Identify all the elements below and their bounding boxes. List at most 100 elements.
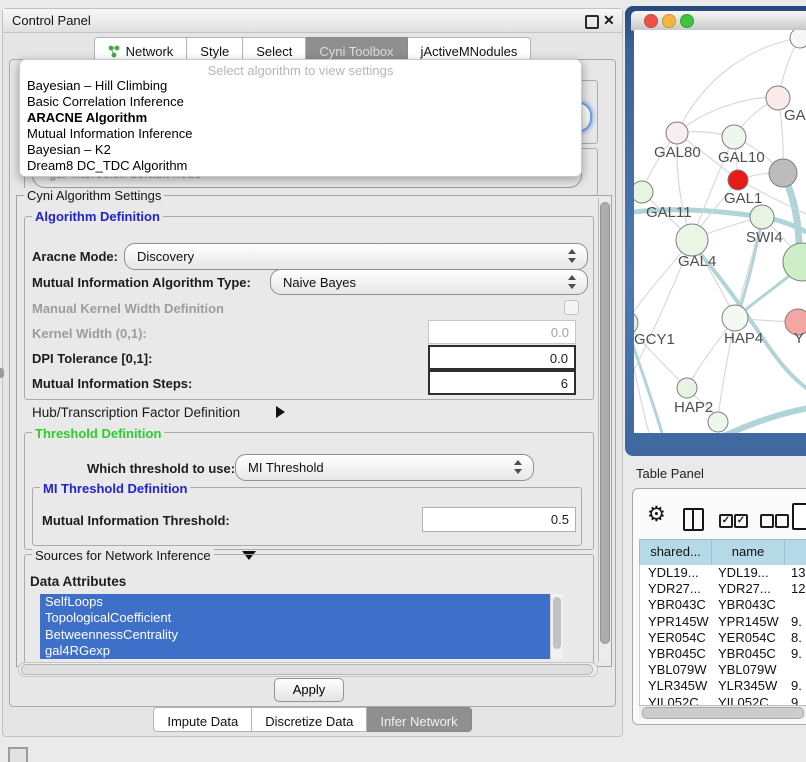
settings-vertical-scrollbar[interactable] bbox=[598, 198, 610, 662]
tab-discretize-data[interactable]: Discretize Data bbox=[252, 707, 367, 732]
mi-type-combo[interactable]: Naive Bayes bbox=[270, 269, 588, 295]
table-row[interactable]: YBR043CYBR043C bbox=[640, 597, 806, 613]
mi-steps-field[interactable]: 6 bbox=[428, 370, 576, 395]
close-traffic-light-icon[interactable] bbox=[644, 14, 658, 28]
network-node-gal1[interactable] bbox=[728, 170, 748, 190]
node-label: GAL80 bbox=[654, 144, 701, 161]
tab-infer-network[interactable]: Infer Network bbox=[367, 707, 471, 732]
close-window-icon[interactable]: ✕ bbox=[603, 12, 615, 29]
algorithm-option-selected[interactable]: ARACNE Algorithm bbox=[20, 110, 581, 126]
network-node-hap2[interactable] bbox=[677, 378, 697, 398]
algorithm-option[interactable]: Dream8 DC_TDC Algorithm bbox=[20, 158, 581, 174]
table-row[interactable]: YBL079WYBL079W bbox=[640, 662, 806, 678]
data-attributes-list[interactable]: SelfLoops TopologicalCoefficient Between… bbox=[40, 594, 562, 659]
table-body: YDL19...YDL19...13 YDR27...YDR27...12 YB… bbox=[639, 565, 806, 705]
node-label: HAP4 bbox=[724, 330, 763, 347]
dpi-tolerance-field[interactable]: 0.0 bbox=[428, 345, 576, 370]
panel-divider-handle[interactable] bbox=[0, 368, 4, 378]
settings-horizontal-scrollbar-thumb[interactable] bbox=[21, 664, 593, 675]
attr-list-scrollbar[interactable] bbox=[550, 594, 563, 659]
node-label: GAL bbox=[784, 107, 806, 124]
deselect-all-checkbox-icon[interactable] bbox=[760, 514, 774, 528]
network-canvas[interactable]: GAL80 GAL10 GAL1 GAL11 SWI4 GAL4 HAP4 HA… bbox=[634, 30, 806, 433]
network-node-labels: GAL80 GAL10 GAL1 GAL11 SWI4 GAL4 HAP4 HA… bbox=[634, 107, 806, 416]
new-table-icon[interactable] bbox=[792, 503, 806, 530]
network-node-hap4[interactable] bbox=[722, 305, 748, 331]
control-panel-tabbar: Network Style Select Cyni Toolbox jActiv… bbox=[3, 37, 622, 61]
network-node-gal11[interactable] bbox=[634, 181, 653, 203]
aracne-mode-label: Aracne Mode: bbox=[32, 249, 118, 264]
minimize-traffic-light-icon[interactable] bbox=[662, 14, 676, 28]
which-threshold-label: Which threshold to use: bbox=[87, 461, 235, 476]
algorithm-option[interactable]: Bayesian – Hill Climbing bbox=[20, 78, 581, 94]
node-label: GAL1 bbox=[724, 190, 762, 207]
table-horizontal-scrollbar[interactable] bbox=[639, 705, 806, 719]
settings-vertical-scrollbar-thumb[interactable] bbox=[600, 202, 610, 644]
settings-horizontal-scrollbar[interactable] bbox=[18, 662, 598, 677]
apply-button[interactable]: Apply bbox=[274, 678, 344, 702]
table-row[interactable]: YBR045CYBR045C9. bbox=[640, 646, 806, 662]
gear-icon[interactable]: ⚙ bbox=[647, 504, 666, 525]
mi-threshold-field[interactable]: 0.5 bbox=[422, 507, 576, 532]
sources-group-title: Sources for Network Inference bbox=[32, 548, 214, 563]
algorithm-option[interactable]: Basic Correlation Inference bbox=[20, 94, 581, 110]
network-node-gal10[interactable] bbox=[722, 125, 746, 149]
algorithm-option[interactable]: Mutual Information Inference bbox=[20, 126, 581, 142]
column-header-shared[interactable]: shared... bbox=[640, 540, 712, 566]
algorithm-definition-title: Algorithm Definition bbox=[32, 209, 163, 224]
table-row[interactable]: YER054CYER054C8. bbox=[640, 630, 806, 646]
float-window-icon[interactable] bbox=[585, 15, 599, 29]
network-node[interactable] bbox=[790, 30, 806, 48]
node-label: GCY1 bbox=[634, 331, 675, 348]
split-columns-icon[interactable] bbox=[683, 508, 704, 531]
manual-kernel-checkbox[interactable] bbox=[564, 300, 579, 315]
network-node-swi4[interactable] bbox=[750, 205, 774, 229]
algorithm-option[interactable]: Bayesian – K2 bbox=[20, 142, 581, 158]
node-label: GAL4 bbox=[678, 253, 716, 270]
cyni-toolbox-panel: gal-filtered.sif default node Select alg… bbox=[9, 59, 616, 707]
network-node-gray[interactable] bbox=[769, 159, 797, 187]
column-header-name[interactable]: name bbox=[712, 540, 785, 566]
combo-arrows-icon bbox=[568, 275, 577, 289]
attr-item-selected[interactable]: SelfLoops bbox=[40, 594, 562, 610]
data-attributes-label: Data Attributes bbox=[30, 574, 126, 589]
table-row[interactable]: YLR345WYLR345W9. bbox=[640, 678, 806, 694]
table-row[interactable]: YIL052CYIL052C9 bbox=[640, 695, 806, 706]
attr-list-scrollbar-thumb[interactable] bbox=[553, 597, 561, 649]
control-panel-window: Control Panel ✕ Network Style Select Cyn… bbox=[2, 8, 623, 737]
select-all-checkbox-icon[interactable]: ✓ bbox=[734, 514, 748, 528]
column-header-third[interactable] bbox=[785, 540, 806, 566]
attr-item-selected[interactable]: gal4RGexp bbox=[40, 643, 562, 659]
mi-threshold-definition-title: MI Threshold Definition bbox=[40, 481, 190, 496]
network-node-gal4[interactable] bbox=[676, 224, 708, 256]
network-window-titlebar[interactable] bbox=[631, 11, 806, 31]
attr-item-selected[interactable]: BetweennessCentrality bbox=[40, 627, 562, 643]
node-label: GAL11 bbox=[646, 204, 692, 221]
tab-impute-data[interactable]: Impute Data bbox=[153, 707, 252, 732]
mi-steps-label: Mutual Information Steps: bbox=[32, 376, 192, 391]
select-all-checkbox-icon[interactable]: ✓ bbox=[719, 514, 733, 528]
network-tab-icon bbox=[108, 45, 121, 58]
table-row[interactable]: YDL19...YDL19...13 bbox=[640, 565, 806, 581]
deselect-all-checkbox-icon[interactable] bbox=[775, 514, 789, 528]
manual-kernel-label: Manual Kernel Width Definition bbox=[32, 301, 224, 316]
kernel-width-label: Kernel Width (0,1): bbox=[32, 326, 147, 341]
kernel-width-field[interactable]: 0.0 bbox=[428, 320, 576, 344]
attr-item-selected[interactable]: TopologicalCoefficient bbox=[40, 610, 562, 626]
table-row[interactable]: YDR27...YDR27...12 bbox=[640, 581, 806, 597]
hub-expander-collapsed-icon[interactable] bbox=[276, 406, 285, 418]
combo-arrows-icon bbox=[568, 249, 577, 263]
zoom-traffic-light-icon[interactable] bbox=[680, 14, 694, 28]
which-threshold-combo[interactable]: MI Threshold bbox=[235, 454, 534, 481]
node-label: Y bbox=[794, 330, 804, 347]
threshold-definition-title: Threshold Definition bbox=[32, 426, 164, 441]
table-panel: ⚙ ✓ ✓ shared... name YDL19...YDL19...13 … bbox=[632, 488, 806, 725]
control-panel-title: Control Panel bbox=[12, 13, 91, 28]
network-node-green-large[interactable] bbox=[783, 243, 806, 281]
collapsed-panel-icon[interactable] bbox=[8, 747, 28, 762]
network-node-gal80[interactable] bbox=[666, 122, 688, 144]
aracne-mode-combo[interactable]: Discovery bbox=[124, 243, 588, 270]
hub-expander-label[interactable]: Hub/Transcription Factor Definition bbox=[32, 405, 240, 420]
table-row[interactable]: YPR145WYPR145W9. bbox=[640, 614, 806, 630]
table-horizontal-scrollbar-thumb[interactable] bbox=[642, 707, 804, 719]
